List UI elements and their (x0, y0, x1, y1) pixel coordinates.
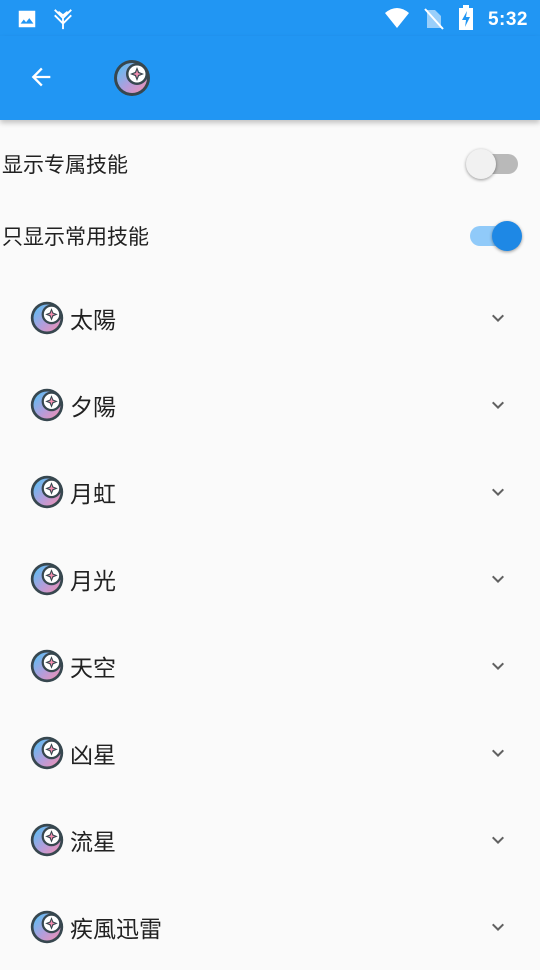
setting-label-common: 只显示常用技能 (2, 225, 149, 249)
skill-item[interactable]: 天空 (0, 622, 540, 709)
skill-logo-icon (29, 561, 65, 597)
status-bar: 5:32 (0, 0, 540, 36)
skill-logo-icon (29, 822, 65, 858)
skill-logo-icon (29, 387, 65, 423)
skill-item[interactable]: 流星 (0, 796, 540, 883)
skill-label: 天空 (70, 655, 116, 682)
skill-label: 疾風迅雷 (70, 916, 162, 943)
wifi-icon (384, 6, 410, 34)
app-bar (0, 36, 540, 120)
app-notification-icon (52, 7, 74, 35)
arrow-back-icon (27, 63, 55, 95)
setting-label-exclusive: 显示专属技能 (2, 153, 128, 177)
skill-label: 月虹 (70, 481, 116, 508)
setting-show-common-only: 只显示常用技能 (0, 200, 540, 272)
app-logo-icon (112, 58, 152, 98)
switch-thumb (492, 221, 522, 251)
content: 显示专属技能 只显示常用技能 太陽 夕陽 月虹 月光 天空 凶星 流星 疾風迅雷 (0, 120, 540, 960)
switch-thumb (466, 149, 496, 179)
status-time: 5:32 (487, 9, 528, 30)
skill-logo-icon (29, 909, 65, 945)
skill-logo-icon (29, 474, 65, 510)
status-bar-left (16, 7, 74, 35)
back-button[interactable] (22, 60, 60, 98)
image-icon (16, 8, 38, 34)
battery-charging-icon (458, 5, 474, 35)
chevron-down-icon[interactable] (486, 480, 510, 504)
skill-item[interactable]: 太陽 (0, 274, 540, 361)
chevron-down-icon[interactable] (486, 741, 510, 765)
skill-label: 太陽 (70, 307, 116, 334)
status-bar-right: 5:32 (384, 5, 528, 35)
no-sim-icon (424, 6, 444, 34)
chevron-down-icon[interactable] (486, 828, 510, 852)
skill-item[interactable]: 月虹 (0, 448, 540, 535)
skill-logo-icon (29, 648, 65, 684)
skill-logo-icon (29, 735, 65, 771)
skill-item[interactable]: 疾風迅雷 (0, 883, 540, 970)
chevron-down-icon[interactable] (486, 915, 510, 939)
chevron-down-icon[interactable] (486, 567, 510, 591)
toggle-show-common-only[interactable] (466, 216, 522, 256)
skill-label: 月光 (70, 568, 116, 595)
skill-label: 流星 (70, 829, 116, 856)
setting-show-exclusive-skills: 显示专属技能 (0, 128, 540, 200)
chevron-down-icon[interactable] (486, 393, 510, 417)
toggle-show-exclusive-skills[interactable] (466, 144, 522, 184)
skill-item[interactable]: 月光 (0, 535, 540, 622)
chevron-down-icon[interactable] (486, 654, 510, 678)
skill-item[interactable]: 夕陽 (0, 361, 540, 448)
skill-label: 夕陽 (70, 394, 116, 421)
chevron-down-icon[interactable] (486, 306, 510, 330)
skill-item[interactable]: 凶星 (0, 709, 540, 796)
skill-label: 凶星 (70, 742, 116, 769)
skill-logo-icon (29, 300, 65, 336)
